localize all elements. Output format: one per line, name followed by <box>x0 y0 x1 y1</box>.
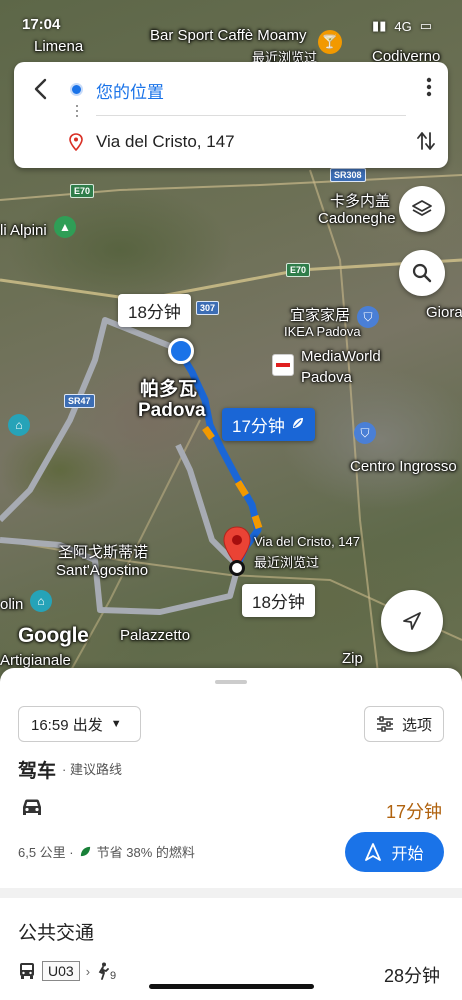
section-divider <box>0 888 462 898</box>
travel-mode-title: 驾车 <box>18 761 57 782</box>
map-label-giora: Giora <box>426 304 462 321</box>
museum-icon[interactable]: ⌂ <box>8 414 30 436</box>
map-label-destination-sub: 最近浏览过 <box>254 555 320 570</box>
map-label-centro: Centro Ingrosso <box>350 458 457 475</box>
map-label-palazzetto: Palazzetto <box>120 627 191 644</box>
options-label: 选项 <box>401 716 432 734</box>
distance-and-fuel: 6,5 公里 · 节省 38% 的燃料 <box>18 842 195 861</box>
road-shield-307: 307 <box>196 301 220 315</box>
destination-endpoint <box>229 560 245 576</box>
road-shield-e70: E70 <box>70 184 95 198</box>
network-label: 4G <box>394 18 412 34</box>
battery-icon: ▭ <box>419 18 432 33</box>
walk-icon <box>98 962 109 980</box>
dropdown-caret-icon: ▼ <box>110 718 122 730</box>
map-label-sant: Sant'Agostino <box>56 562 149 579</box>
depart-time-label: 16:59 出发 <box>31 716 103 734</box>
origin-input[interactable]: 您的位置 <box>96 78 164 103</box>
status-indicators: ▮▮ 4G ▭ <box>372 18 432 34</box>
map-label-cadoneghe-cn: 卡多内盖 <box>330 193 391 210</box>
more-options-button[interactable] <box>426 76 432 102</box>
map-label-bar: Bar Sport Caffè Moamy <box>150 27 307 44</box>
map-label-alpini: li Alpini <box>0 222 47 239</box>
map-label-padova-cn: 帕多瓦 <box>140 379 198 400</box>
map-label-sant-cn: 圣阿戈斯蒂诺 <box>58 544 149 561</box>
transit-duration: 28分钟 <box>383 966 440 986</box>
map-label-mediaworld-city: Padova <box>301 369 352 386</box>
primary-route-callout[interactable]: 17分钟 <box>222 408 315 441</box>
map-label-cadoneghe: Cadoneghe <box>318 210 396 227</box>
tune-icon <box>376 716 393 732</box>
home-indicator <box>149 984 314 989</box>
back-button[interactable] <box>28 76 54 102</box>
directions-card: 您的位置 Via del Cristo, 147 <box>14 62 448 168</box>
map-label-destination: Via del Cristo, 147 <box>254 534 360 549</box>
road-shield-sr47: SR47 <box>64 394 95 408</box>
map-view[interactable]: 17:04 ▮▮ 4G ▭ Limena Bar Sport Caffè Moa… <box>0 0 462 690</box>
road-shield-e70-b: E70 <box>286 263 311 277</box>
alt-route-south <box>0 443 241 615</box>
shopping-icon-2[interactable]: ⛉ <box>354 422 376 444</box>
transit-route-row[interactable]: U03 › 9 <box>18 960 116 982</box>
more-vert-icon <box>426 77 432 97</box>
google-logo: Google <box>18 624 89 647</box>
cafe-icon[interactable]: 🍸 <box>318 30 342 54</box>
primary-route-time: 17分钟 <box>232 417 285 436</box>
mediaworld-icon[interactable] <box>272 354 294 376</box>
search-icon <box>412 263 432 283</box>
start-navigation-button[interactable]: 开始 <box>345 832 444 872</box>
transit-section-title: 公共交通 <box>18 923 95 944</box>
status-time: 17:04 <box>22 16 61 33</box>
travel-mode-subtitle: · 建议路线 <box>62 762 122 777</box>
map-label-artigianale: Artigianale <box>0 652 71 669</box>
map-label-zip: Zip <box>342 650 363 667</box>
map-label-ikea: IKEA Padova <box>284 324 361 339</box>
map-label-olin: olin <box>0 596 24 613</box>
museum-icon-2[interactable]: ⌂ <box>30 590 52 612</box>
start-label: 开始 <box>391 846 424 863</box>
leaf-icon <box>80 846 90 857</box>
origin-dot-icon <box>70 83 83 96</box>
chevron-right-icon: › <box>85 963 91 979</box>
eco-leaf-icon <box>291 415 305 435</box>
map-label-padova: Padova <box>138 400 206 421</box>
back-arrow-icon <box>34 78 47 100</box>
destination-input[interactable]: Via del Cristo, 147 <box>96 132 235 152</box>
car-icon <box>23 799 41 815</box>
walk-minutes: 9 <box>110 970 117 982</box>
route-connector-dots <box>75 102 79 120</box>
bus-line-badge: U03 <box>42 961 80 981</box>
bus-icon <box>20 963 34 979</box>
route-bottom-sheet: 16:59 出发 ▼ 选项 驾车 · 建议路线 17分钟 6,5 公里 · 节省… <box>0 668 462 1000</box>
distance-label: 6,5 公里 · <box>18 845 74 860</box>
destination-pin-small-icon <box>69 133 83 151</box>
drive-duration: 17分钟 <box>385 802 442 822</box>
swap-button[interactable] <box>416 130 436 158</box>
navigation-arrow-icon <box>403 612 421 630</box>
signal-icon: ▮▮ <box>372 18 387 33</box>
depart-time-dropdown[interactable]: 16:59 出发 ▼ <box>18 706 141 742</box>
shopping-icon[interactable]: ⛉ <box>357 306 379 328</box>
alt-route-callout-2[interactable]: 18分钟 <box>242 584 315 617</box>
park-icon[interactable]: ▲ <box>54 216 76 238</box>
layers-button[interactable] <box>399 186 445 232</box>
navigation-start-icon <box>365 843 382 861</box>
origin-location-dot <box>168 338 194 364</box>
card-divider <box>96 115 406 116</box>
layers-icon <box>412 200 432 216</box>
map-label-mediaworld: MediaWorld <box>301 348 381 365</box>
map-label-ikea-cn: 宜家家居 <box>290 307 351 324</box>
alt-route-callout-1[interactable]: 18分钟 <box>118 294 191 327</box>
search-along-route-button[interactable] <box>399 250 445 296</box>
swap-icon <box>417 132 435 150</box>
road-shield-sr308: SR308 <box>330 168 366 182</box>
route-options-button[interactable]: 选项 <box>364 706 444 742</box>
map-label-limena: Limena <box>34 38 84 55</box>
fuel-saving-label: 节省 38% 的燃料 <box>96 845 195 860</box>
my-location-button[interactable] <box>381 590 443 652</box>
sheet-drag-handle[interactable] <box>215 680 247 684</box>
